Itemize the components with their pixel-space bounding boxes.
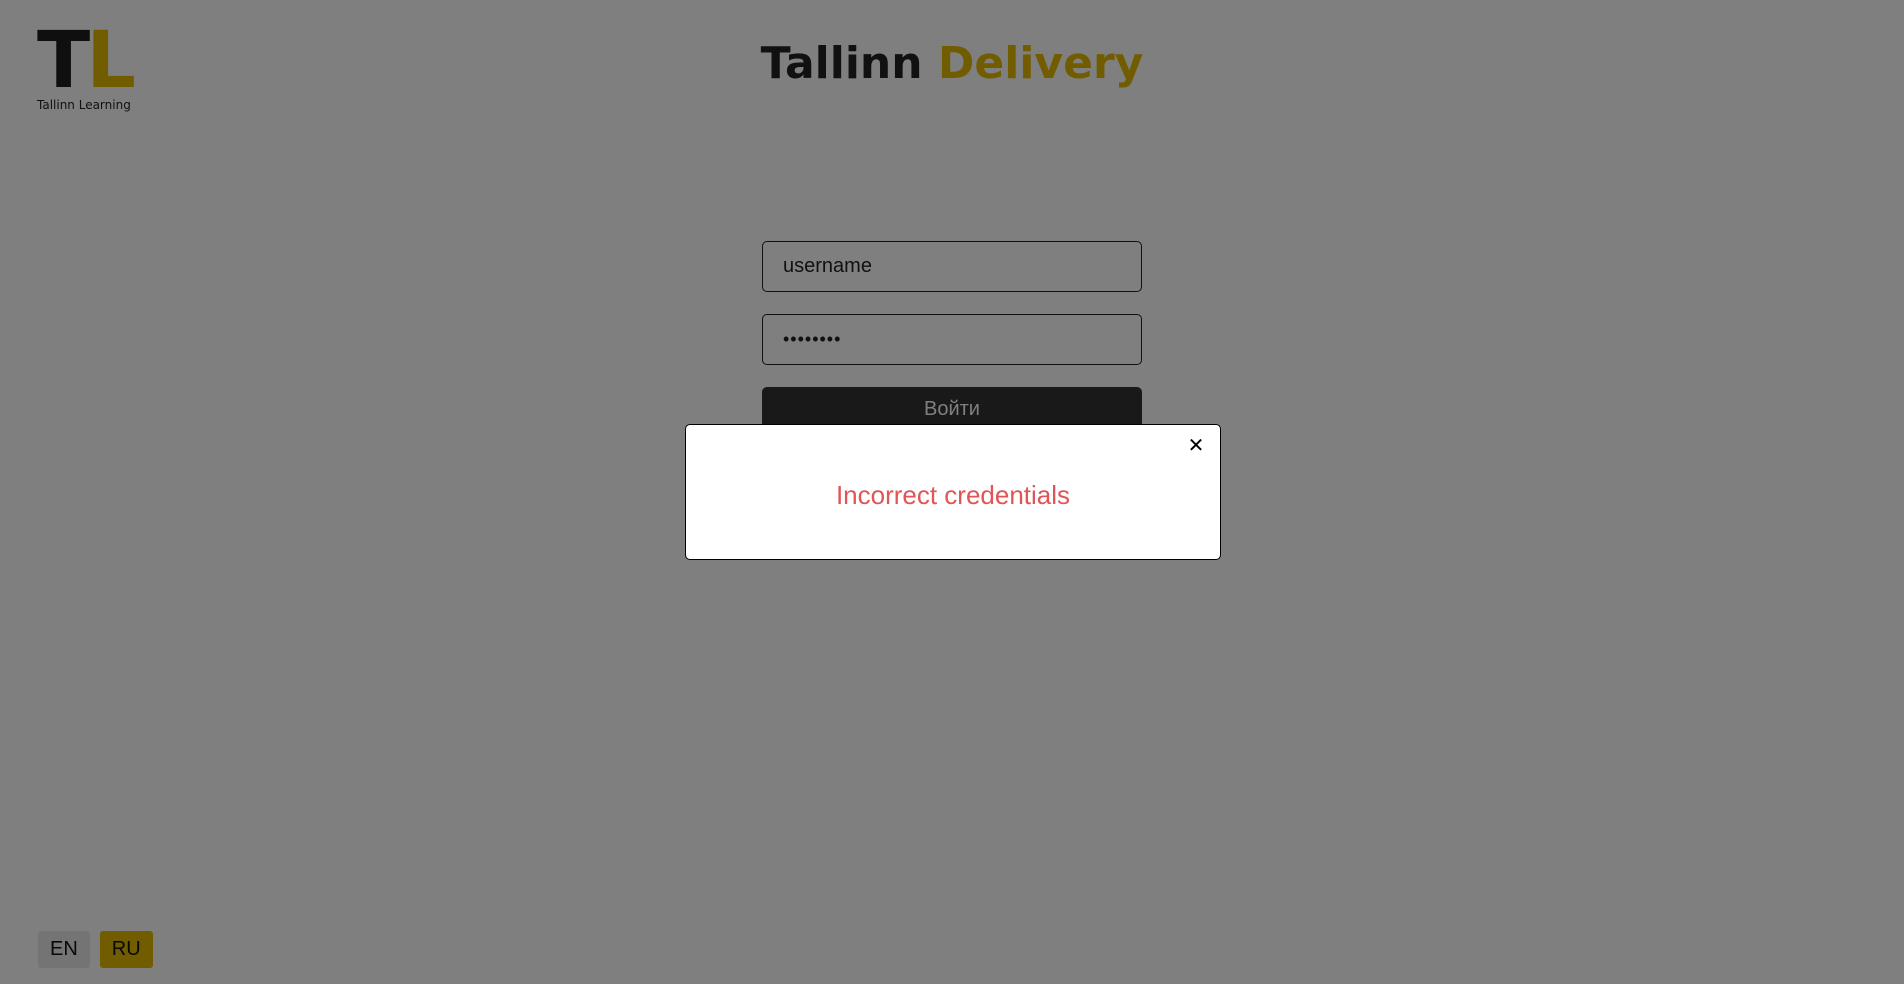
modal-overlay[interactable]: ✕ Incorrect credentials [0, 0, 1904, 984]
close-icon[interactable]: ✕ [1186, 435, 1206, 455]
error-dialog: ✕ Incorrect credentials [685, 424, 1221, 560]
error-message: Incorrect credentials [835, 480, 1071, 510]
login-page: TL Tallinn Learning Tallinn Delivery use… [0, 0, 1904, 984]
